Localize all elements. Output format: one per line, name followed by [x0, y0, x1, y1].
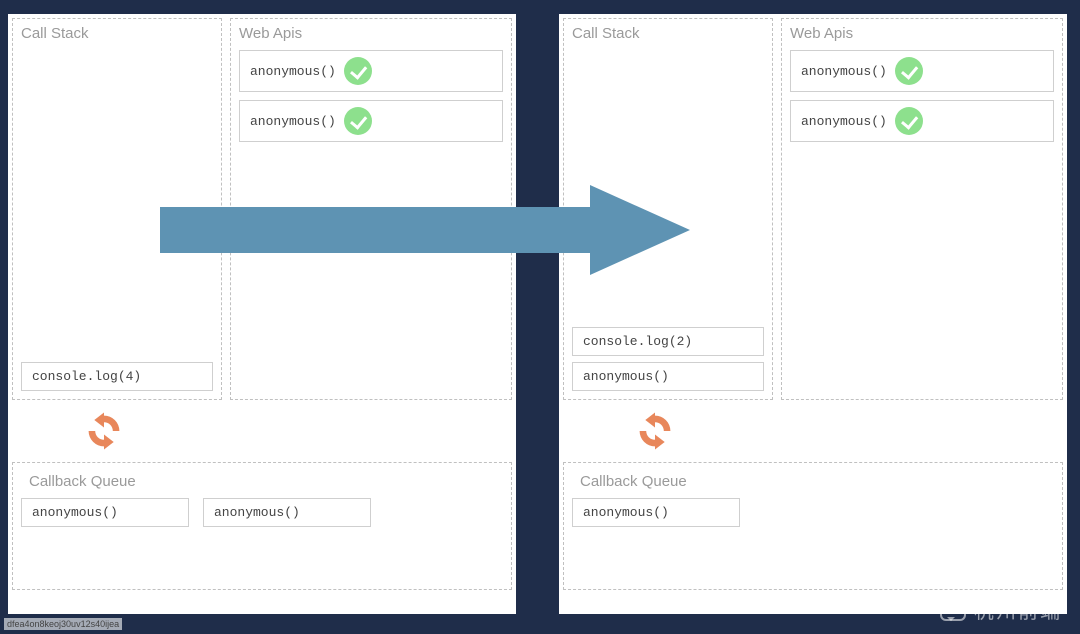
- check-icon: [895, 57, 923, 85]
- webapis-panel: Web Apis anonymous() anonymous(): [781, 18, 1063, 400]
- stack-frame: console.log(4): [21, 362, 213, 391]
- check-icon: [344, 107, 372, 135]
- event-loop-icon: [633, 409, 677, 453]
- event-loop-icon: [82, 409, 126, 453]
- callback-queue-panel: Callback Queue anonymous() anonymous(): [12, 462, 512, 590]
- callstack-items: console.log(2) anonymous(): [572, 327, 764, 391]
- callback-queue-panel: Callback Queue anonymous(): [563, 462, 1063, 590]
- webapis-title: Web Apis: [782, 19, 1062, 46]
- footer-hash: dfea4on8keoj30uv12s40ijea: [4, 618, 122, 630]
- watermark: 杭州前端: [940, 595, 1062, 624]
- webapi-label: anonymous(): [250, 64, 336, 79]
- callback-item: anonymous(): [572, 498, 740, 527]
- callstack-title: Call Stack: [13, 19, 221, 46]
- webapis-title: Web Apis: [231, 19, 511, 46]
- check-icon: [895, 107, 923, 135]
- check-icon: [344, 57, 372, 85]
- callback-title: Callback Queue: [572, 467, 1054, 494]
- diagram-left: Call Stack console.log(4) Web Apis anony…: [8, 14, 516, 614]
- callstack-panel: Call Stack console.log(2) anonymous(): [563, 18, 773, 400]
- callstack-title: Call Stack: [564, 19, 772, 46]
- stack-frame: anonymous(): [572, 362, 764, 391]
- webapi-item: anonymous(): [239, 100, 503, 142]
- webapi-item: anonymous(): [239, 50, 503, 92]
- webapis-panel: Web Apis anonymous() anonymous(): [230, 18, 512, 400]
- callstack-panel: Call Stack console.log(4): [12, 18, 222, 400]
- callback-title: Callback Queue: [21, 467, 503, 494]
- webapi-label: anonymous(): [801, 114, 887, 129]
- stack-frame: console.log(2): [572, 327, 764, 356]
- chat-icon: [940, 599, 966, 621]
- callstack-items: console.log(4): [21, 362, 213, 391]
- webapi-label: anonymous(): [250, 114, 336, 129]
- watermark-text: 杭州前端: [974, 595, 1062, 624]
- diagram-right: Call Stack console.log(2) anonymous() We…: [559, 14, 1067, 614]
- callback-item: anonymous(): [21, 498, 189, 527]
- callback-item: anonymous(): [203, 498, 371, 527]
- webapi-item: anonymous(): [790, 100, 1054, 142]
- webapi-item: anonymous(): [790, 50, 1054, 92]
- webapi-label: anonymous(): [801, 64, 887, 79]
